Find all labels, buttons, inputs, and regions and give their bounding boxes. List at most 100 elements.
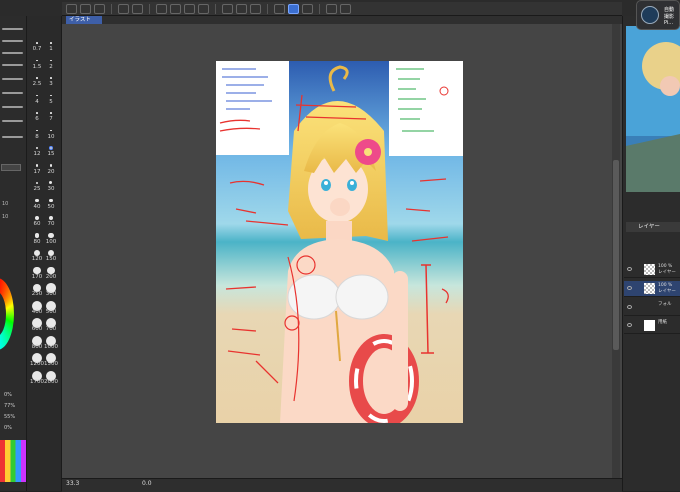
fill-icon[interactable] (170, 3, 181, 14)
zoom-level[interactable]: 33.3 (66, 478, 92, 489)
layer-name: 100 % レイヤー (658, 264, 676, 275)
slider-track[interactable] (2, 92, 23, 94)
eye-icon[interactable] (627, 286, 632, 290)
pen-icon[interactable] (288, 3, 299, 14)
separator (111, 3, 112, 14)
separator (267, 3, 268, 14)
brush-size-dot[interactable] (49, 164, 53, 167)
clear-icon[interactable] (156, 3, 167, 14)
transform-icon[interactable] (184, 3, 195, 14)
brush-size-label[interactable]: 300 (43, 291, 59, 297)
tab-bar (62, 16, 622, 24)
brush-size-dot[interactable] (36, 77, 38, 79)
brush-size-dot[interactable] (50, 112, 52, 114)
brush-size-label[interactable]: 100 (43, 239, 59, 245)
layer-icon[interactable] (222, 3, 233, 14)
brush-size-label[interactable]: 3 (43, 81, 59, 87)
ruler-icon[interactable] (274, 3, 285, 14)
layer-name: フォル (658, 302, 672, 307)
slider-track[interactable] (2, 28, 23, 30)
brush-size-dot[interactable] (36, 42, 38, 44)
slider-track[interactable] (2, 136, 23, 138)
brush-size-label[interactable]: 200 (43, 274, 59, 280)
command-bar (62, 2, 622, 16)
open-file-icon[interactable] (80, 3, 91, 14)
value-label: 10 (2, 201, 9, 207)
eye-icon[interactable] (627, 267, 632, 271)
brush-size-label[interactable]: 150 (43, 256, 59, 262)
separator (215, 3, 216, 14)
layer-name: 100 % レイヤー (658, 283, 676, 294)
brush-size-dot[interactable] (35, 164, 39, 167)
artwork-canvas[interactable] (216, 61, 463, 423)
brush-size-label[interactable]: 70 (43, 221, 59, 227)
layer-row[interactable]: 100 % レイヤー (624, 262, 680, 278)
brush-size-label[interactable]: 1500 (43, 361, 59, 367)
notification-line: 撮影 (664, 14, 675, 20)
brush-size-label[interactable]: 5 (43, 99, 59, 105)
brush-size-dot[interactable] (50, 77, 52, 79)
slider-track[interactable] (2, 120, 23, 122)
undo-icon[interactable] (118, 3, 129, 14)
separator (149, 3, 150, 14)
brush-size-dot[interactable] (36, 112, 38, 114)
tool-property-panel: 10 10 0% 77% 55% 0% (0, 16, 27, 491)
new-file-icon[interactable] (66, 3, 77, 14)
slider-track[interactable] (2, 64, 23, 66)
value-label: 10 (2, 214, 9, 220)
crop-icon[interactable] (198, 3, 209, 14)
brush-size-label[interactable]: 50 (43, 204, 59, 210)
brush-size-label[interactable]: 2000 (43, 379, 59, 385)
slider-track[interactable] (2, 78, 23, 80)
brush-size-bar[interactable] (1, 164, 21, 171)
document-icon[interactable] (326, 3, 337, 14)
brush-size-panel (27, 16, 62, 491)
copy-icon[interactable] (236, 3, 247, 14)
percent-label: 0% (4, 425, 12, 431)
brush-size-dot[interactable] (35, 198, 39, 203)
slider-track[interactable] (2, 40, 23, 42)
scrollbar-thumb[interactable] (613, 160, 619, 350)
brush-size-dot[interactable] (50, 42, 52, 44)
brush-size-dot[interactable] (36, 147, 38, 149)
eye-icon[interactable] (627, 305, 632, 309)
layer-row-paper[interactable]: 用紙 (624, 318, 680, 334)
brush-size-label[interactable]: 10 (43, 134, 59, 140)
brush-size-label[interactable]: 15 (43, 151, 59, 157)
layer-row-selected[interactable]: 100 % レイヤー (624, 281, 680, 297)
layer-panel-header: レイヤー (626, 222, 680, 232)
brush-size-label[interactable]: 30 (43, 186, 59, 192)
eraser-icon[interactable] (302, 3, 313, 14)
navigator-thumbnail (626, 26, 680, 192)
artwork-illustration (216, 61, 463, 423)
layer-row-folder[interactable]: フォル (624, 300, 680, 316)
tab-illustration[interactable]: イラスト (66, 16, 102, 24)
rotation-angle[interactable]: 0.0 (142, 478, 172, 489)
brush-size-label[interactable]: 20 (43, 169, 59, 175)
separator (319, 3, 320, 14)
brush-size-label[interactable]: 2 (43, 64, 59, 70)
navigator-preview[interactable] (626, 26, 680, 192)
redo-icon[interactable] (132, 3, 143, 14)
color-palette[interactable] (0, 440, 26, 482)
notification-line: Pi... (664, 20, 674, 26)
brush-size-label[interactable]: 700 (43, 326, 59, 332)
brush-size-label[interactable]: 1000 (43, 344, 59, 350)
paste-icon[interactable] (250, 3, 261, 14)
percent-label: 77% (4, 403, 16, 409)
layer-name: 用紙 (658, 320, 667, 325)
slider-track[interactable] (2, 52, 23, 54)
brush-size-label[interactable]: 500 (43, 309, 59, 315)
slider-track[interactable] (2, 106, 23, 108)
save-icon[interactable] (94, 3, 105, 14)
brush-size-dot[interactable] (48, 232, 54, 239)
brush-size-label[interactable]: 1 (43, 46, 59, 52)
layer-thumbnail (644, 264, 655, 275)
layer-thumbnail (644, 283, 655, 294)
settings-icon[interactable] (340, 3, 351, 14)
percent-label: 0% (4, 392, 12, 398)
notification-line: 自動 (664, 7, 675, 13)
eye-icon[interactable] (627, 323, 632, 327)
brush-size-label[interactable]: 7 (43, 116, 59, 122)
layer-thumbnail (644, 320, 655, 331)
